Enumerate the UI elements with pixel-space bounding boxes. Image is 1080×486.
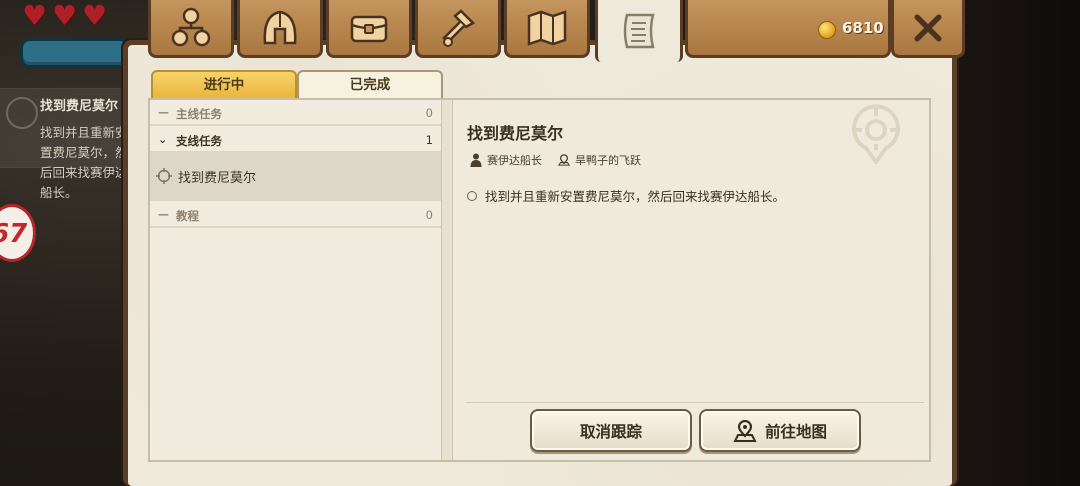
category-tutorial[interactable]: — 教程 0 xyxy=(150,202,441,228)
tracked-quest-title: 找到费尼莫尔 xyxy=(40,99,119,114)
quest-list-item[interactable]: 找到费尼莫尔 xyxy=(150,153,441,201)
currency-display: 6810 xyxy=(685,0,891,58)
map-pin-icon xyxy=(558,154,570,166)
gold-coin-icon xyxy=(818,21,836,39)
untrack-button[interactable]: 取消跟踪 xyxy=(530,409,692,452)
category-name: 教程 xyxy=(176,209,199,223)
category-name: 支线任务 xyxy=(176,134,222,148)
objective-text: 找到并且重新安置费尼莫尔，然后回来找赛伊达船长。 xyxy=(485,189,786,204)
quest-tracker[interactable]: 找到费尼莫尔 找到并且重新安置费尼莫尔，然后回来找赛伊达船长。 xyxy=(0,88,130,200)
heart-icon: ♥ xyxy=(52,0,78,32)
game-background-right xyxy=(955,0,1080,486)
map-pin-icon xyxy=(733,419,757,442)
quest-detail-title: 找到费尼莫尔 xyxy=(467,124,564,143)
quest-objective: 找到并且重新安置费尼莫尔，然后回来找赛伊达船长。 xyxy=(467,186,785,205)
tracked-quest-desc: 找到并且重新安置费尼莫尔，然后回来找赛伊达船长。 xyxy=(40,125,128,200)
tab-inventory[interactable] xyxy=(326,0,412,58)
target-icon xyxy=(6,97,38,129)
goto-map-button[interactable]: 前往地图 xyxy=(699,409,861,452)
category-side-quests[interactable]: ⌄ 支线任务 1 xyxy=(150,127,441,153)
untrack-button-label: 取消跟踪 xyxy=(579,422,642,441)
health-hearts: ♥ ♥ ♥ xyxy=(22,2,110,30)
quest-location-name: 旱鸭子的飞跃 xyxy=(575,154,641,167)
quest-location: 旱鸭子的飞跃 xyxy=(558,152,641,168)
quest-giver-name: 赛伊达船长 xyxy=(487,154,542,167)
category-count: 0 xyxy=(425,208,433,222)
tab-crafting[interactable] xyxy=(415,0,501,58)
category-count: 1 xyxy=(425,133,433,147)
goto-map-button-label: 前往地图 xyxy=(764,422,827,441)
category-count: 0 xyxy=(425,106,433,120)
list-scrollbar[interactable] xyxy=(441,100,453,460)
tab-map[interactable] xyxy=(504,0,590,58)
collapse-icon: — xyxy=(158,106,169,119)
tab-equipment[interactable] xyxy=(237,0,323,58)
objective-bullet-icon xyxy=(467,190,477,201)
helmet-icon xyxy=(263,10,297,44)
person-icon xyxy=(470,153,482,167)
heart-icon: ♥ xyxy=(22,0,48,32)
tab-quests[interactable] xyxy=(595,0,683,62)
heart-icon: ♥ xyxy=(82,0,108,32)
detail-divider xyxy=(466,402,924,403)
tab-hierarchy[interactable] xyxy=(148,0,234,58)
category-name: 主线任务 xyxy=(176,107,222,121)
scroll-quest-icon xyxy=(623,13,655,49)
hammer-crafting-icon xyxy=(442,8,476,47)
target-icon xyxy=(156,168,172,184)
category-main-quests[interactable]: — 主线任务 0 xyxy=(150,100,441,126)
chevron-down-icon: ⌄ xyxy=(158,133,168,146)
collapse-icon: — xyxy=(158,208,169,221)
gold-amount: 6810 xyxy=(842,19,884,37)
close-icon xyxy=(914,14,942,41)
top-tab-bar: 6810 xyxy=(115,0,965,62)
treasure-chest-icon xyxy=(350,15,388,42)
quest-giver: 赛伊达船长 xyxy=(470,152,542,168)
quest-name: 找到费尼莫尔 xyxy=(178,171,257,186)
hierarchy-icon xyxy=(171,7,211,46)
tab-completed[interactable]: 已完成 xyxy=(297,70,443,100)
tab-in-progress[interactable]: 进行中 xyxy=(151,70,297,100)
map-icon xyxy=(527,9,567,46)
close-button[interactable] xyxy=(891,0,965,58)
mana-bar xyxy=(20,38,130,68)
target-watermark-icon xyxy=(852,104,900,164)
